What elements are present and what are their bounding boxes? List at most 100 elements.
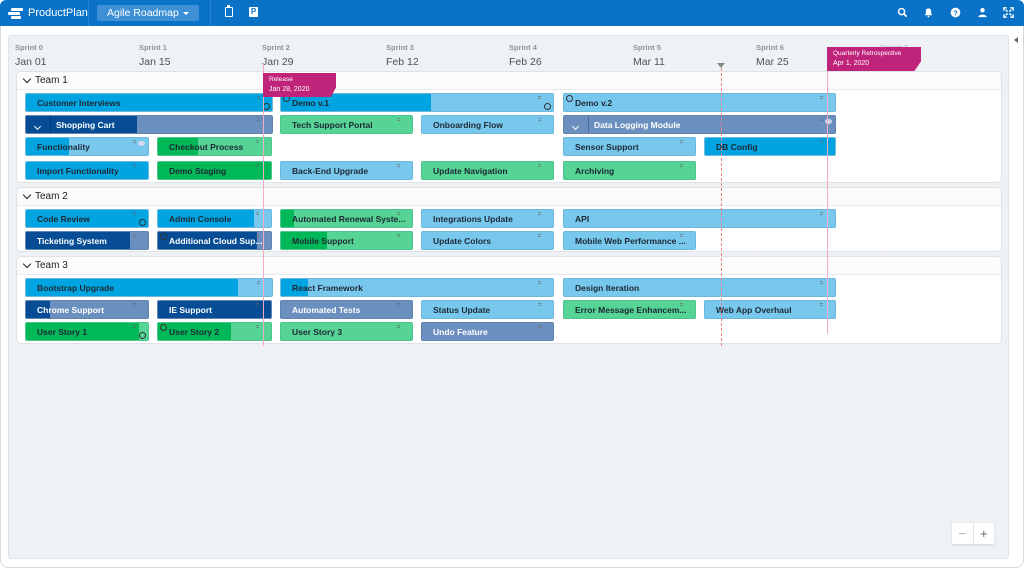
dependency-link-icon[interactable]	[263, 103, 270, 110]
drag-handle-icon[interactable]	[257, 96, 260, 99]
roadmap-bar[interactable]: Tech Support Portal	[280, 115, 413, 134]
drag-handle-icon[interactable]	[538, 118, 541, 121]
dependency-link-icon[interactable]	[160, 324, 167, 331]
drag-handle-icon[interactable]	[257, 118, 260, 121]
drag-handle-icon[interactable]	[680, 140, 683, 143]
roadmap-container-bar[interactable]: Shopping Cart	[25, 115, 273, 134]
milestone-release[interactable]: Release Jan 28, 2020	[263, 73, 336, 97]
roadmap-bar[interactable]: Demo v.2	[563, 93, 836, 112]
drag-handle-icon[interactable]	[538, 234, 541, 237]
drag-handle-icon[interactable]	[133, 212, 136, 215]
drag-handle-icon[interactable]	[820, 140, 823, 143]
drag-handle-icon[interactable]	[256, 325, 259, 328]
roadmap-selector[interactable]: Agile Roadmap	[97, 5, 199, 21]
roadmap-bar[interactable]: Checkout Process	[157, 137, 272, 156]
user-icon[interactable]	[977, 7, 988, 18]
roadmap-bar[interactable]: Automated Renewal Syste...	[280, 209, 413, 228]
drag-handle-icon[interactable]	[133, 325, 136, 328]
team-header[interactable]: Team 3	[17, 257, 1001, 275]
roadmap-bar[interactable]: Customer Interviews	[25, 93, 273, 112]
roadmap-bar[interactable]: User Story 2	[157, 322, 272, 341]
dependency-link-icon[interactable]	[160, 233, 167, 240]
roadmap-bar[interactable]: Archiving	[563, 161, 696, 180]
drag-handle-icon[interactable]	[133, 234, 136, 237]
roadmap-bar[interactable]: Demo Staging	[157, 161, 272, 180]
drag-handle-icon[interactable]	[256, 234, 259, 237]
drag-handle-icon[interactable]	[133, 303, 136, 306]
drag-handle-icon[interactable]	[538, 281, 541, 284]
roadmap-bar[interactable]: Bootstrap Upgrade	[25, 278, 273, 297]
drag-handle-icon[interactable]	[256, 164, 259, 167]
roadmap-bar[interactable]: Functionality	[25, 137, 149, 156]
drag-handle-icon[interactable]	[397, 212, 400, 215]
roadmap-bar[interactable]: Admin Console	[157, 209, 272, 228]
drag-handle-icon[interactable]	[820, 118, 823, 121]
roadmap-bar[interactable]: Design Iteration	[563, 278, 836, 297]
roadmap-bar[interactable]: IE Support	[157, 300, 272, 319]
roadmap-bar[interactable]: Ticketing System	[25, 231, 149, 250]
roadmap-bar[interactable]: Automated Tests	[280, 300, 413, 319]
drag-handle-icon[interactable]	[680, 303, 683, 306]
roadmap-container-bar[interactable]: Data Logging Module	[563, 115, 836, 134]
parking-lot-icon[interactable]: P	[249, 7, 258, 17]
roadmap-bar[interactable]: Status Update	[421, 300, 554, 319]
zoom-in-button[interactable]: +	[974, 523, 995, 544]
help-icon[interactable]: ?	[950, 7, 961, 18]
drag-handle-icon[interactable]	[538, 325, 541, 328]
dependency-link-icon[interactable]	[139, 219, 146, 226]
roadmap-bar[interactable]: User Story 3	[280, 322, 413, 341]
milestone-quarterly-retrospective[interactable]: Quarterly Retrospective Apr 1, 2020	[827, 47, 921, 71]
drag-handle-icon[interactable]	[820, 303, 823, 306]
zoom-out-button[interactable]: −	[952, 523, 974, 544]
drag-handle-icon[interactable]	[397, 325, 400, 328]
drag-handle-icon[interactable]	[397, 164, 400, 167]
collapse-panel-icon[interactable]	[1014, 37, 1018, 43]
team-header[interactable]: Team 1	[17, 72, 1001, 90]
drag-handle-icon[interactable]	[256, 140, 259, 143]
drag-handle-icon[interactable]	[538, 96, 541, 99]
roadmap-bar[interactable]: DB Config	[704, 137, 836, 156]
roadmap-bar[interactable]: Back-End Upgrade	[280, 161, 413, 180]
fullscreen-icon[interactable]	[1003, 7, 1014, 18]
drag-handle-icon[interactable]	[538, 164, 541, 167]
roadmap-bar[interactable]: Update Navigation	[421, 161, 554, 180]
drag-handle-icon[interactable]	[538, 303, 541, 306]
drag-handle-icon[interactable]	[820, 212, 823, 215]
roadmap-bar[interactable]: Onboarding Flow	[421, 115, 554, 134]
clipboard-icon[interactable]	[225, 5, 233, 17]
drag-handle-icon[interactable]	[256, 303, 259, 306]
roadmap-bar[interactable]: Integrations Update	[421, 209, 554, 228]
drag-handle-icon[interactable]	[538, 212, 541, 215]
dependency-link-icon[interactable]	[544, 103, 551, 110]
roadmap-bar[interactable]: React Framework	[280, 278, 554, 297]
bell-icon[interactable]	[923, 7, 934, 18]
drag-handle-icon[interactable]	[680, 234, 683, 237]
drag-handle-icon[interactable]	[397, 118, 400, 121]
roadmap-bar[interactable]: API	[563, 209, 836, 228]
roadmap-bar[interactable]: Import Functionality	[25, 161, 149, 180]
drag-handle-icon[interactable]	[133, 164, 136, 167]
comment-icon[interactable]	[138, 141, 145, 146]
dependency-link-icon[interactable]	[566, 95, 573, 102]
chevron-down-icon[interactable]	[33, 121, 42, 131]
dependency-link-icon[interactable]	[139, 332, 146, 339]
drag-handle-icon[interactable]	[397, 303, 400, 306]
drag-handle-icon[interactable]	[820, 96, 823, 99]
roadmap-bar[interactable]: Mobile Support	[280, 231, 413, 250]
drag-handle-icon[interactable]	[256, 212, 259, 215]
chevron-down-icon[interactable]	[571, 121, 580, 131]
drag-handle-icon[interactable]	[397, 234, 400, 237]
search-icon[interactable]	[897, 7, 908, 18]
team-header[interactable]: Team 2	[17, 188, 1001, 206]
roadmap-bar[interactable]: Error Message Enhancem...	[563, 300, 696, 319]
logo[interactable]: ProductPlan	[8, 5, 88, 21]
drag-handle-icon[interactable]	[133, 140, 136, 143]
roadmap-bar[interactable]: Code Review	[25, 209, 149, 228]
drag-handle-icon[interactable]	[820, 281, 823, 284]
roadmap-bar[interactable]: Web App Overhaul	[704, 300, 836, 319]
roadmap-bar[interactable]: Update Colors	[421, 231, 554, 250]
roadmap-bar[interactable]: Mobile Web Performance ...	[563, 231, 696, 250]
roadmap-bar[interactable]: Sensor Support	[563, 137, 696, 156]
drag-handle-icon[interactable]	[257, 281, 260, 284]
drag-handle-icon[interactable]	[680, 164, 683, 167]
